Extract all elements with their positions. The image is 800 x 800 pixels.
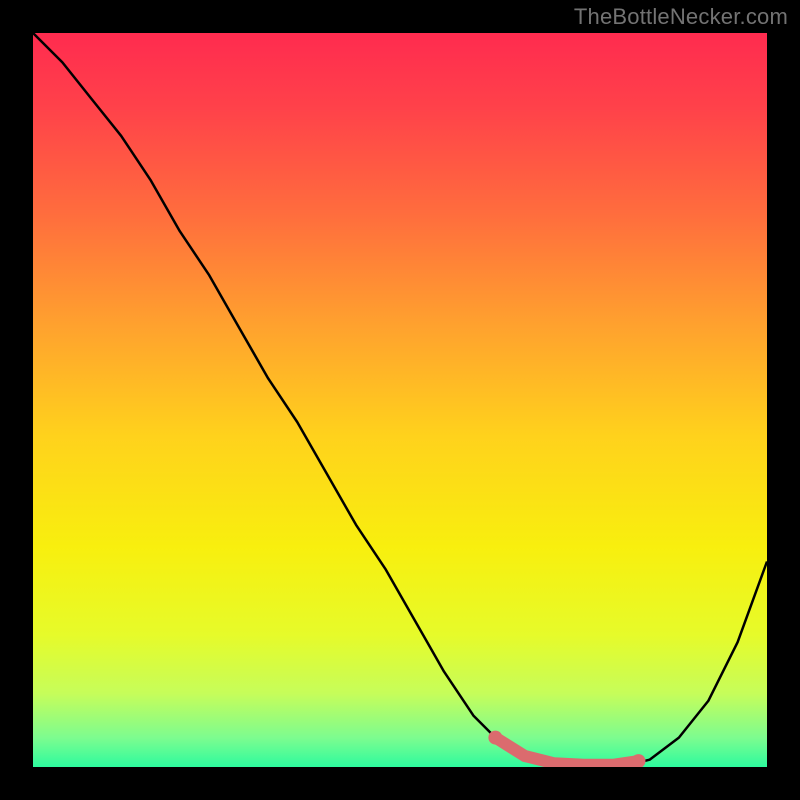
highlight-start-dot: [488, 731, 502, 745]
plot-area: [33, 33, 767, 767]
chart-stage: TheBottleNecker.com: [0, 0, 800, 800]
chart-svg: [33, 33, 767, 767]
gradient-background: [33, 33, 767, 767]
watermark-text: TheBottleNecker.com: [574, 4, 788, 30]
